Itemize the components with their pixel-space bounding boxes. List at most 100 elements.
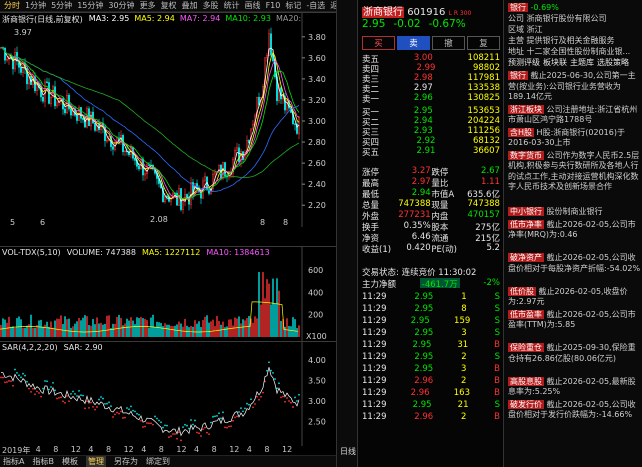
toolbar-item[interactable]: 分时 [4, 0, 20, 11]
sar-dot [268, 361, 270, 364]
volume-bar [136, 317, 138, 337]
info-section: 中小银行 股份制商业银行 [508, 207, 603, 216]
candle-body [88, 108, 90, 127]
news-item: 数字货币 公司作为数字人民币2.5层机构,积极参与央行数研所及各地人行的试点工作… [508, 150, 640, 191]
sar-dot [202, 428, 204, 431]
sar-dot [12, 384, 14, 387]
sell-button[interactable]: 卖 [397, 36, 430, 50]
ask-row[interactable]: 卖三 2.98 117981 [362, 73, 500, 85]
volume-bar [78, 317, 80, 337]
indicator-tab[interactable]: 管理 [85, 456, 106, 467]
toolbar-item[interactable]: 多股 [203, 0, 219, 11]
sar-dot [80, 394, 82, 397]
event-mark[interactable]: 8 [260, 218, 265, 227]
volume-bar [76, 321, 78, 337]
indicator-tab[interactable]: 模板 [62, 456, 78, 467]
indicator-tab[interactable]: 指标A [3, 456, 24, 467]
sar-dot [118, 412, 120, 415]
toolbar-item[interactable]: 30分钟 [108, 0, 134, 11]
sar-dot [144, 425, 146, 428]
volume-bar [86, 316, 88, 337]
info-link[interactable]: 主题库 [570, 58, 594, 69]
sar-chart[interactable]: 4.00 3.50 3.00 2.50 [0, 342, 336, 446]
volume-chart[interactable]: 600 400 200 X100 [0, 247, 336, 342]
volume-bar [274, 303, 276, 337]
bid-row[interactable]: 买四 2.92 68132 [362, 136, 500, 148]
main-flow: 主力净额 -461.7万 -2% [362, 278, 500, 290]
toolbar-item[interactable]: 叠加 [182, 0, 198, 11]
indicator-tab[interactable]: 指标B [32, 456, 54, 467]
buy-button[interactable]: 买 [362, 36, 395, 50]
toolbar-item[interactable]: 画线 [245, 0, 261, 11]
sar-dot [242, 410, 244, 413]
repeat-button[interactable]: 复 [467, 36, 500, 50]
indicator-tab[interactable]: 绑定到 [146, 456, 170, 467]
ask-row[interactable]: 卖四 2.99 98802 [362, 63, 500, 75]
candles [0, 27, 300, 214]
candle-body [82, 118, 84, 120]
toolbar-item[interactable]: 5分钟 [51, 0, 72, 11]
kline-chart[interactable]: 3.80 3.60 3.40 3.20 3.00 2.80 2.60 2.40 2.20 3.97… [0, 13, 336, 227]
info-links: 预测评级 板块联 主题库 选股策略 [508, 58, 641, 69]
event-mark[interactable]: 6 [40, 218, 45, 227]
volume-bar [244, 320, 246, 337]
volume-bar [224, 327, 226, 337]
sar-panel[interactable]: SAR(4,2,2,20) SAR: 2.90 4.00 3.50 3.00 2.50 [0, 341, 336, 446]
info-link[interactable]: 预测评级 [508, 58, 540, 69]
volume-bar [30, 314, 32, 337]
side-strip: 日线 [336, 0, 358, 467]
bid-row[interactable]: 买一 2.95 153653 [362, 106, 500, 118]
sar-dot [258, 398, 260, 401]
cancel-button[interactable]: 撤 [432, 36, 465, 50]
toolbar-item[interactable]: 统计 [224, 0, 240, 11]
event-mark[interactable]: 8 [283, 218, 288, 227]
volume-bar [96, 317, 98, 337]
toolbar-item[interactable]: 更多 [140, 0, 156, 11]
toolbar-item[interactable]: 15分钟 [77, 0, 103, 11]
volume-bar [100, 322, 102, 337]
kline-ytick: 3.20 [308, 96, 326, 105]
indicator-tab[interactable]: 另存为 [114, 456, 138, 467]
toolbar-item[interactable]: 1分钟 [25, 0, 46, 11]
volume-bar [294, 319, 296, 337]
toolbar-item[interactable]: 复权 [161, 0, 177, 11]
volume-panel[interactable]: VOL-TDX(5,10) VOLUME: 747388 MA5: 122711… [0, 246, 336, 342]
ask-row[interactable]: 卖五 3.00 108211 [362, 53, 500, 65]
toolbar-item[interactable]: 标记 [285, 0, 301, 11]
kline-ytick: 2.40 [308, 180, 326, 189]
time-tick: 4 [246, 445, 252, 454]
sar-dot [222, 411, 224, 414]
volume-bar [82, 317, 84, 337]
time-tick: 12 [176, 445, 187, 454]
sar-dot [200, 435, 202, 437]
toolbar-item[interactable]: F10 [266, 1, 281, 10]
sar-dot [198, 432, 200, 435]
info-link[interactable]: 选股策略 [597, 58, 629, 69]
volume-bar [160, 323, 162, 337]
candle-body [224, 162, 226, 177]
ask-row[interactable]: 卖一 2.96 130825 [362, 93, 500, 105]
kline-panel[interactable]: 浙商银行(日线,前复权) MA3: 2.95 MA5: 2.94 MA7: 2.94… [0, 12, 345, 227]
sar-dot [56, 397, 58, 400]
ask-row[interactable]: 卖二 2.97 133538 [362, 83, 500, 95]
sar-dot [14, 368, 16, 371]
sar-dot [220, 417, 222, 420]
volume-bar [74, 323, 76, 337]
candle-body [112, 146, 114, 150]
candle-body [134, 157, 136, 161]
bid-row[interactable]: 买二 2.94 204224 [362, 116, 500, 128]
info-business: 主营 提供银行及相关金融服务 [508, 36, 615, 45]
sar-dot [62, 400, 64, 403]
bid-row[interactable]: 买五 2.91 36607 [362, 146, 500, 158]
sar-dot [292, 406, 294, 408]
sar-dot [58, 396, 60, 399]
toolbar-item[interactable]: -自选 [306, 0, 325, 11]
sar-dot [272, 371, 274, 374]
event-mark[interactable]: 5 [10, 218, 15, 227]
period-label[interactable]: 日线 [340, 446, 356, 457]
info-link[interactable]: 板块联 [543, 58, 567, 69]
volume-bar [20, 319, 22, 337]
bid-row[interactable]: 买三 2.93 111256 [362, 126, 500, 138]
stat-row: 净资 6.46 流通 215亿 [362, 232, 500, 244]
volume-bar [196, 323, 198, 337]
